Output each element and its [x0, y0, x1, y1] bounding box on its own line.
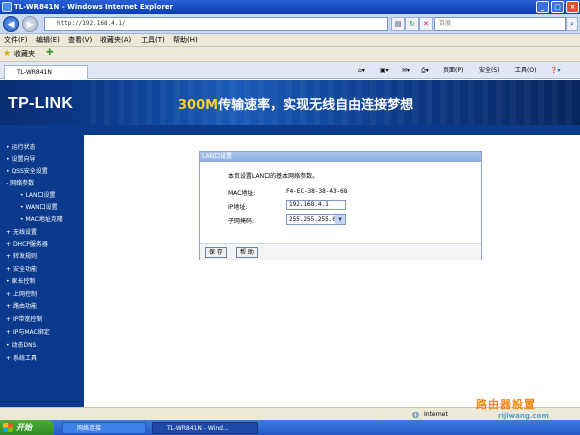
tools-menu[interactable]: 工具(O) [515, 66, 536, 76]
save-button[interactable]: 保 存 [205, 247, 227, 258]
watermark-title: 路由器設置 [476, 398, 536, 411]
search-placeholder: 百度 [439, 20, 452, 27]
sidebar-item-network[interactable]: - 网络参数 [6, 179, 34, 188]
page-menu[interactable]: 页面(P) [443, 66, 463, 76]
favorites-button[interactable]: 收藏夹 [14, 49, 35, 59]
address-bar[interactable]: http://192.168.4.1/ [44, 17, 388, 31]
sidebar-item-lan[interactable]: • LAN口设置 [20, 191, 56, 200]
sidebar-item-wan[interactable]: • WAN口设置 [20, 203, 58, 212]
safety-menu[interactable]: 安全(S) [479, 66, 500, 76]
sidebar-item-routing[interactable]: + 路由功能 [6, 302, 37, 311]
ip-label: IP地址: [228, 204, 248, 211]
minimize-button[interactable]: _ [536, 1, 549, 13]
sidebar-item-status[interactable]: • 运行状态 [6, 143, 35, 152]
sidebar-item-parental[interactable]: • 家长控制 [6, 277, 35, 286]
maximize-button[interactable]: □ [551, 1, 564, 13]
taskbar-network-connections[interactable]: 网络连接 [62, 422, 146, 434]
lan-settings-panel: LAN口设置 本页设置LAN口的基本网络参数。 MAC地址: F4-EC-38-… [199, 151, 482, 260]
mask-value: 255.255.255.0 [289, 216, 336, 223]
globe-icon: ◍ [412, 410, 419, 419]
button-bar: 保 存 帮 助 [200, 243, 481, 260]
compat-view-icon[interactable]: ▤ [391, 17, 405, 31]
menu-view[interactable]: 查看(V) [68, 34, 92, 47]
tplink-logo: TP-LINK [8, 95, 74, 112]
stop-icon[interactable]: ✕ [419, 17, 433, 31]
sidebar-item-qss[interactable]: • QSS安全设置 [6, 167, 48, 176]
menu-bar: 文件(F) 编辑(E) 查看(V) 收藏夹(A) 工具(T) 帮助(H) [0, 34, 580, 47]
sidebar-item-bandwidth[interactable]: + IP带宽控制 [6, 315, 42, 324]
sidebar-item-security[interactable]: + 安全功能 [6, 265, 37, 274]
ip-address-input[interactable]: 192.168.4.1 [286, 200, 346, 210]
menu-edit[interactable]: 编辑(E) [36, 34, 60, 47]
subnet-mask-select[interactable]: 255.255.255.0 ▼ [286, 214, 346, 225]
sidebar-item-system[interactable]: + 系统工具 [6, 354, 37, 363]
star-icon: ★ [3, 49, 12, 59]
forward-button[interactable]: ▶ [22, 16, 38, 32]
menu-favorites[interactable]: 收藏夹(A) [100, 34, 131, 47]
sidebar-nav: • 运行状态 • 设置向导 • QSS安全设置 - 网络参数 • LAN口设置 … [0, 135, 84, 407]
mac-value: F4-EC-38-38-43-68 [286, 188, 348, 195]
sidebar-item-access[interactable]: + 上网控制 [6, 290, 37, 299]
watermark-url: rijiwang.com [498, 412, 549, 420]
mask-label: 子网掩码: [228, 218, 255, 225]
menu-tools[interactable]: 工具(T) [141, 34, 165, 47]
mail-icon[interactable]: ✉▾ [402, 66, 410, 76]
print-icon[interactable]: ⎙▾ [421, 66, 429, 76]
close-button[interactable]: × [566, 1, 579, 13]
favorites-bar: ★ 收藏夹 ✚ [0, 47, 580, 62]
banner-slogan: 300M传输速率，实现无线自由连接梦想 [178, 94, 413, 113]
tplink-banner: TP-LINK 300M传输速率，实现无线自由连接梦想 [0, 80, 580, 125]
refresh-icon[interactable]: ↻ [405, 17, 419, 31]
search-icon[interactable]: ⌕ [566, 17, 578, 31]
chevron-down-icon: ▼ [335, 215, 345, 224]
address-toolbar: ◀ ▶ http://192.168.4.1/ ▤ ↻ ✕ 百度 ⌕ [0, 14, 580, 34]
sidebar-item-mac-clone[interactable]: • MAC地址克隆 [20, 215, 63, 224]
taskbar-ie-window[interactable]: TL-WR841N - Wind... [152, 422, 258, 434]
help-button[interactable]: 帮 助 [236, 247, 258, 258]
zone-label: Internet [424, 411, 448, 418]
menu-help[interactable]: 帮助(H) [173, 34, 198, 47]
add-favorite-icon[interactable]: ✚ [46, 48, 54, 58]
windows-logo-icon [3, 423, 13, 432]
ip-value: 192.168.4.1 [289, 201, 329, 208]
back-button[interactable]: ◀ [3, 16, 19, 32]
window-title: TL-WR841N - Windows Internet Explorer [14, 3, 173, 11]
start-button[interactable]: 开始 [0, 420, 54, 435]
tab-row: TL-WR841N ⌂▾ ▣▾ ✉▾ ⎙▾ 页面(P) 安全(S) 工具(O) … [0, 62, 580, 79]
slogan-text: 传输速率，实现无线自由连接梦想 [218, 98, 414, 113]
slogan-accent: 300M [178, 98, 219, 113]
sidebar-item-ddns[interactable]: • 动态DNS [6, 341, 36, 350]
taskbar: 开始 网络连接 TL-WR841N - Wind... [0, 420, 580, 435]
sidebar-item-wizard[interactable]: • 设置向导 [6, 155, 35, 164]
menu-file[interactable]: 文件(F) [4, 34, 28, 47]
sidebar-item-dhcp[interactable]: + DHCP服务器 [6, 240, 48, 249]
home-icon[interactable]: ⌂▾ [358, 66, 365, 76]
sidebar-item-wireless[interactable]: + 无线设置 [6, 228, 37, 237]
mac-label: MAC地址: [228, 190, 256, 197]
feeds-icon[interactable]: ▣▾ [380, 66, 389, 76]
panel-description: 本页设置LAN口的基本网络参数。 [228, 173, 319, 180]
banner-divider [0, 125, 580, 135]
help-icon[interactable]: ❓▾ [550, 66, 560, 76]
window-title-bar: TL-WR841N - Windows Internet Explorer [0, 0, 580, 14]
sidebar-item-ipmac[interactable]: + IP与MAC绑定 [6, 328, 50, 337]
ie-icon [2, 2, 12, 12]
tab-tl-wr841n[interactable]: TL-WR841N [4, 65, 88, 79]
tab-label: TL-WR841N [17, 69, 52, 76]
panel-title: LAN口设置 [200, 152, 481, 162]
sidebar-item-forwarding[interactable]: + 转发规则 [6, 252, 37, 261]
search-input[interactable]: 百度 [434, 17, 566, 31]
address-url: http://192.168.4.1/ [57, 20, 126, 27]
